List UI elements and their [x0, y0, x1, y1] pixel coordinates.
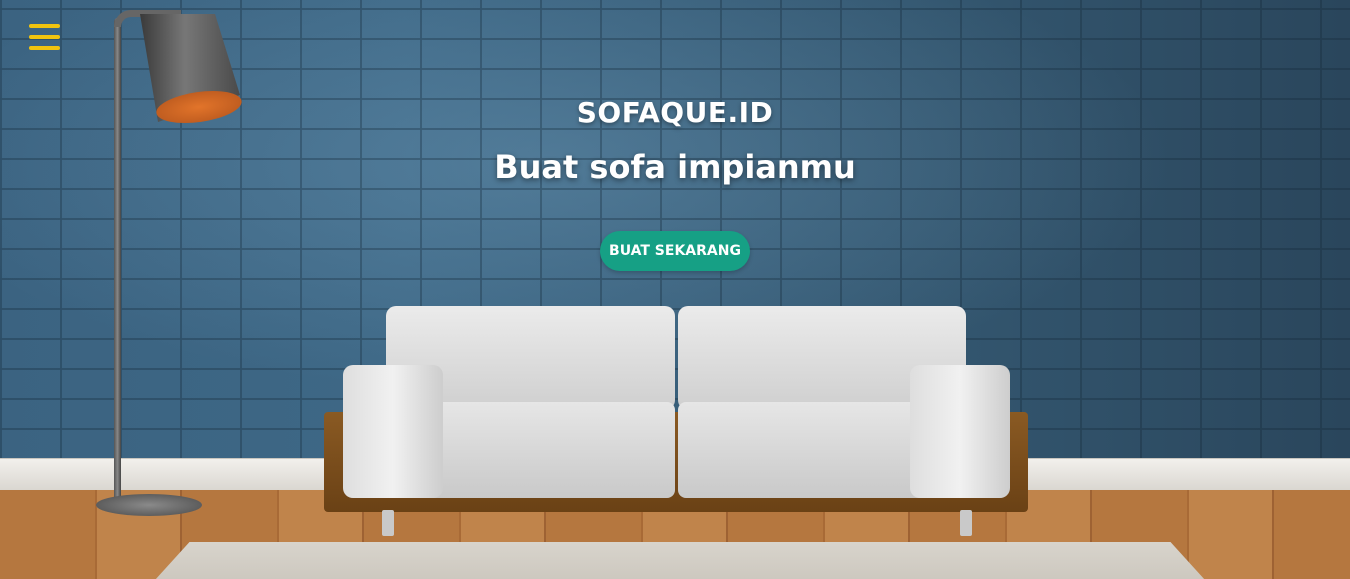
sofa-armrest-left [343, 365, 443, 498]
menu-bar-top [29, 24, 60, 28]
rug [135, 542, 1225, 579]
menu-bar-bottom [29, 46, 60, 50]
sofa-leg-left [382, 510, 394, 536]
menu-bar-middle [29, 35, 60, 39]
hero-section [0, 0, 1350, 579]
hamburger-menu-icon[interactable] [29, 24, 60, 51]
brand-title: SOFAQUE.ID [576, 96, 774, 129]
floor-lamp-pole [114, 18, 121, 504]
sofa-seat-cushion-right [678, 402, 944, 498]
sofa-leg-right [960, 510, 972, 536]
hero-tagline: Buat sofa impianmu [494, 148, 856, 186]
sofa-seat-cushion-left [409, 402, 675, 498]
sofa-armrest-right [910, 365, 1010, 498]
buat-sekarang-button[interactable]: BUAT SEKARANG [600, 231, 750, 271]
floor-lamp-base [96, 494, 202, 516]
